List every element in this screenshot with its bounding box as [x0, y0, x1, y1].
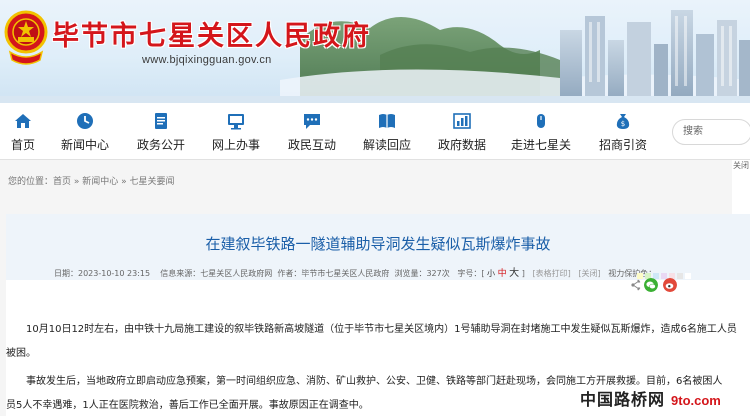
nav-item-label: 政府数据 [437, 138, 486, 152]
weibo-icon[interactable] [663, 278, 677, 292]
mouse-icon [537, 114, 545, 128]
search-input[interactable]: 搜索 [672, 119, 750, 145]
nav-item-label: 网上办事 [211, 138, 260, 152]
meta-source: 信息来源：七星关区人民政府网 [160, 269, 273, 278]
watermark: 中国路桥网 9to.com [580, 386, 721, 410]
print-link[interactable]: [表格打印] [532, 269, 570, 278]
font-size-small[interactable]: 小 [487, 269, 495, 278]
document-icon [155, 113, 167, 129]
nav-item-about[interactable]: 走进七星关 [510, 111, 572, 157]
wechat-icon[interactable] [644, 278, 658, 292]
nav-item-online-service[interactable]: 网上办事 [211, 111, 261, 157]
national-emblem-logo [4, 10, 48, 65]
clock-icon [77, 113, 93, 129]
site-title: 毕节市七星关区人民政府 [52, 21, 371, 52]
monitor-icon [228, 114, 244, 130]
eye-care-swatch-5[interactable] [677, 273, 683, 279]
eye-care-swatch-6[interactable] [685, 273, 691, 279]
article-meta: 日期：2023-10-10 23:15 信息来源：七星关区人民政府网 作者：毕节… [54, 264, 656, 279]
nav-item-label: 政民互动 [287, 138, 336, 152]
article-paragraph-1-cont: 被困。 [6, 348, 36, 359]
nav-item-label: 招商引资 [598, 138, 647, 152]
share-icon[interactable] [631, 279, 641, 291]
nav-item-interpretation[interactable]: 解读回应 [362, 111, 412, 157]
nav-item-home[interactable]: 首页 [8, 111, 38, 157]
font-size-medium[interactable]: 中 [498, 269, 507, 279]
breadcrumb-current[interactable]: 七星关要闻 [130, 177, 175, 187]
nav-item-label: 解读回应 [362, 138, 411, 152]
svg-text:$: $ [621, 120, 625, 128]
article-paragraph-2: 事故发生后，当地政府立即启动应急预案，第一时间组织应急、消防、矿山救护、公安、卫… [26, 376, 723, 387]
side-close-label: 关闭 [733, 161, 749, 170]
main-nav: 首页 新闻中心 政务公开 网上办事 政民互动 解读回应 政府数据 走进七星关 $… [0, 103, 750, 160]
breadcrumb: 您的位置：首页 » 新闻中心 » 七星关要闻 [8, 174, 175, 187]
breadcrumb-prefix: 您的位置： [8, 177, 54, 187]
chat-icon [304, 114, 320, 129]
site-url: www.bjqixingguan.gov.cn [142, 54, 272, 66]
header-banner: 毕节市七星关区人民政府 www.bjqixingguan.gov.cn [0, 0, 750, 103]
breadcrumb-home[interactable]: 首页 [53, 177, 71, 187]
breadcrumb-separator: » [118, 177, 130, 187]
watermark-cn: 中国路桥网 [580, 390, 666, 409]
nav-item-news[interactable]: 新闻中心 [60, 111, 110, 157]
home-icon [15, 114, 31, 128]
breadcrumb-news[interactable]: 新闻中心 [82, 177, 118, 187]
font-size-large[interactable]: 大 [509, 268, 519, 279]
nav-item-label: 首页 [10, 138, 35, 152]
nav-item-gov-affairs[interactable]: 政务公开 [136, 111, 186, 157]
money-bag-icon: $ [616, 114, 630, 129]
book-icon [379, 114, 395, 128]
chart-icon [453, 113, 471, 129]
meta-font-label: 字号：[ [457, 269, 485, 278]
article-title: 在建叙毕铁路一隧道辅助导洞发生疑似瓦斯爆炸事故 [205, 235, 551, 253]
meta-font-end: ] [521, 269, 525, 278]
meta-views: 浏览量：327次 [394, 269, 450, 278]
nav-item-label: 走进七星关 [510, 138, 571, 152]
close-link[interactable]: [关闭] [578, 269, 600, 278]
nav-item-investment[interactable]: $ 招商引资 [598, 111, 648, 157]
nav-item-label: 政务公开 [136, 138, 185, 152]
nav-item-interaction[interactable]: 政民互动 [287, 111, 337, 157]
nav-item-gov-data[interactable]: 政府数据 [437, 111, 487, 157]
article-paragraph-1: 10月10日12时左右，由中铁十九局施工建设的叙毕铁路新高坡隧道（位于毕节市七星… [26, 324, 737, 335]
meta-author: 作者：毕节市七星关区人民政府 [277, 269, 390, 278]
meta-date: 日期：2023-10-10 23:15 [54, 269, 151, 278]
breadcrumb-separator: » [71, 177, 83, 187]
eye-care-swatch-0[interactable] [637, 273, 643, 279]
nav-item-label: 新闻中心 [60, 138, 109, 152]
watermark-en: 9to.com [671, 393, 721, 408]
